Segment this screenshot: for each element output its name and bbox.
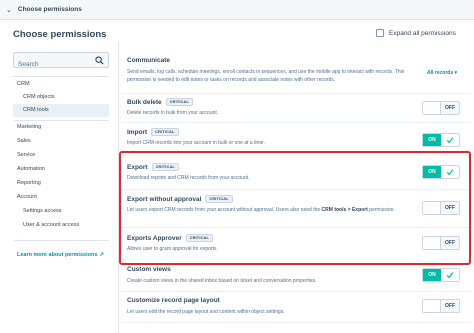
permission-row-communicate: Communicate Send emails, log calls, sche… [126, 57, 466, 97]
permission-row-customize-layout: Customize record page layout Let users e… [126, 297, 466, 319]
sidebar-item-settings-access[interactable]: Settings access [23, 208, 62, 214]
chevron-down-small-icon: ▾ [454, 70, 458, 76]
page-title: Choose permissions [13, 29, 107, 40]
toggle-label: ON [423, 269, 441, 281]
sidebar-item-account[interactable]: Account [17, 194, 37, 200]
section-header-title: Choose permissions [17, 6, 82, 13]
critical-badge: CRITICAL [165, 98, 194, 106]
permission-name: Customize record page layout [127, 297, 220, 304]
nav-divider [13, 240, 109, 241]
permission-description: Create custom views in the shared inbox … [127, 278, 317, 284]
sidebar-item-automation[interactable]: Automation [17, 166, 45, 172]
nav-divider [13, 120, 109, 121]
sidebar-item-crm-objects[interactable]: CRM objects [23, 94, 54, 100]
permission-name: Bulk delete [127, 98, 162, 106]
toggle-label: ON [423, 134, 441, 146]
learn-more-label: Learn more about permissions [17, 252, 98, 258]
permission-row-import: Import CRITICAL Import CRM records into … [126, 128, 466, 150]
sidebar-item-sales[interactable]: Sales [17, 138, 31, 144]
sidebar-item-crm-tools[interactable]: CRM tools [13, 104, 109, 117]
check-icon [446, 272, 454, 279]
import-toggle[interactable]: ON [422, 133, 460, 147]
toggle-label: OFF [441, 102, 459, 114]
row-divider [121, 122, 471, 123]
toggle-knob [423, 300, 442, 312]
check-icon [446, 137, 454, 144]
expand-all-checkbox[interactable] [376, 29, 384, 37]
toggle-knob [423, 102, 442, 114]
permission-row-bulk-delete: Bulk delete CRITICAL Delete records in b… [126, 98, 466, 122]
toggle-check [441, 134, 459, 146]
permission-row-custom-views: Custom views Create custom views in the … [126, 266, 466, 288]
sidebar-item-marketing[interactable]: Marketing [17, 124, 41, 130]
permission-description: Delete records in bulk from your account… [127, 110, 219, 116]
custom-views-toggle[interactable]: ON [422, 268, 460, 282]
search-input[interactable] [14, 57, 94, 72]
toggle-check [441, 269, 459, 281]
chevron-down-icon[interactable]: ⌄ [6, 6, 12, 14]
record-scope-label: All records [427, 70, 454, 76]
critical-badge: CRITICAL [151, 128, 179, 136]
permission-name: Import [127, 128, 148, 136]
sidebar-item-user-account-access[interactable]: User & account access [23, 222, 79, 228]
toggle-label: OFF [441, 300, 459, 312]
permission-name-wrap: Import CRITICAL [127, 128, 179, 136]
customize-layout-toggle[interactable]: OFF [422, 299, 460, 313]
sidebar-item-reporting[interactable]: Reporting [17, 180, 41, 186]
search-icon[interactable] [95, 56, 104, 65]
section-header[interactable]: ⌄ Choose permissions [0, 0, 474, 20]
nav-divider [13, 76, 109, 77]
learn-more-link[interactable]: Learn more about permissions ↗ [17, 252, 104, 258]
permission-name: Custom views [127, 266, 171, 273]
permission-description: Send emails, log calls, schedule meeting… [127, 69, 405, 83]
record-scope-dropdown[interactable]: All records ▾ [427, 70, 457, 76]
bulk-delete-toggle[interactable]: OFF [422, 101, 460, 115]
sidebar-item-crm[interactable]: CRM [17, 81, 30, 87]
expand-all-toggle[interactable]: Expand all permissions [376, 29, 456, 37]
highlight-box [119, 151, 471, 265]
permission-description: Let users edit the record page layout an… [127, 309, 285, 315]
row-divider [121, 291, 471, 292]
expand-all-label: Expand all permissions [389, 29, 456, 37]
search-box[interactable] [13, 52, 109, 72]
permission-description: Import CRM records into your account in … [127, 140, 265, 146]
permission-name: Communicate [127, 57, 170, 64]
external-link-icon: ↗ [99, 252, 104, 258]
permission-name-wrap: Bulk delete CRITICAL [127, 98, 194, 106]
row-divider [121, 93, 471, 94]
row-divider [121, 322, 471, 323]
sidebar-item-service[interactable]: Service [17, 152, 35, 158]
